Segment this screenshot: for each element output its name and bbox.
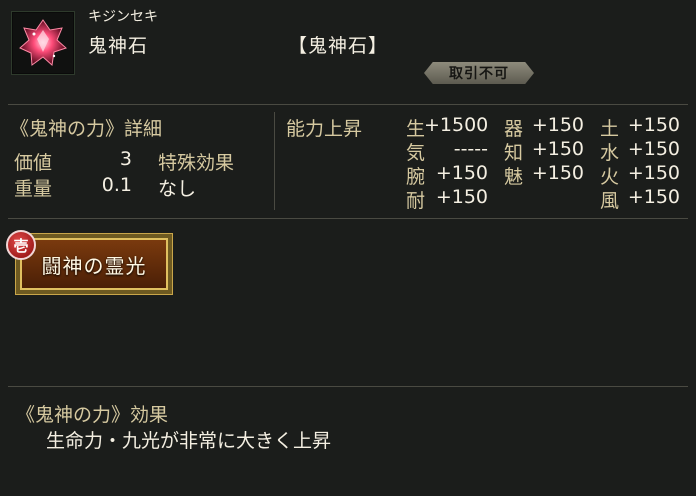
stat-value: ----- — [453, 138, 488, 160]
stat-label: 気 — [406, 142, 426, 164]
stat-value: +150 — [435, 186, 488, 208]
skill-plate[interactable]: 闘神の霊光 — [15, 233, 173, 295]
details-header: 《鬼神の力》詳細 — [10, 118, 163, 140]
red-crystal-icon — [19, 19, 67, 66]
trade-status-label: 取引不可 — [449, 66, 509, 82]
skill-name: 闘神の霊光 — [41, 253, 147, 278]
effect-description: 生命力・九光が非常に大きく上昇 — [46, 430, 332, 452]
stat-label: 耐 — [406, 190, 426, 212]
stat-value: +150 — [627, 114, 680, 136]
stat-value: +150 — [627, 138, 680, 160]
item-icon — [11, 11, 75, 75]
stat-value: +150 — [627, 186, 680, 208]
effect-header: 《鬼神の力》効果 — [16, 404, 169, 426]
ability-header: 能力上昇 — [286, 118, 363, 140]
stat-value: +150 — [531, 162, 584, 184]
divider — [8, 104, 688, 105]
column-divider — [274, 112, 275, 210]
stat-value: +150 — [531, 114, 584, 136]
skill-rank-label: 壱 — [13, 236, 29, 255]
stat-value: +150 — [627, 162, 680, 184]
item-bracket-name: 【鬼神石】 — [288, 35, 389, 57]
item-name: 鬼神石 — [88, 35, 149, 57]
special-effect-value: なし — [158, 178, 197, 200]
trade-status-badge: 取引不可 — [424, 62, 534, 84]
skill-rank-badge: 壱 — [6, 230, 36, 260]
value-label: 価値 — [14, 152, 53, 174]
weight-number: 0.1 — [101, 174, 132, 196]
item-furigana: キジンセキ — [88, 9, 158, 25]
divider — [8, 218, 688, 219]
stat-value: +150 — [435, 162, 488, 184]
skill-plate-inner: 闘神の霊光 — [20, 238, 168, 290]
special-effect-label: 特殊効果 — [158, 152, 235, 174]
stat-label: 生 — [406, 118, 426, 140]
stat-label: 腕 — [406, 166, 426, 188]
stat-value: +1500 — [424, 114, 489, 136]
value-number: 3 — [119, 148, 132, 170]
divider — [8, 386, 688, 387]
stat-value: +150 — [531, 138, 584, 160]
weight-label: 重量 — [14, 178, 53, 200]
